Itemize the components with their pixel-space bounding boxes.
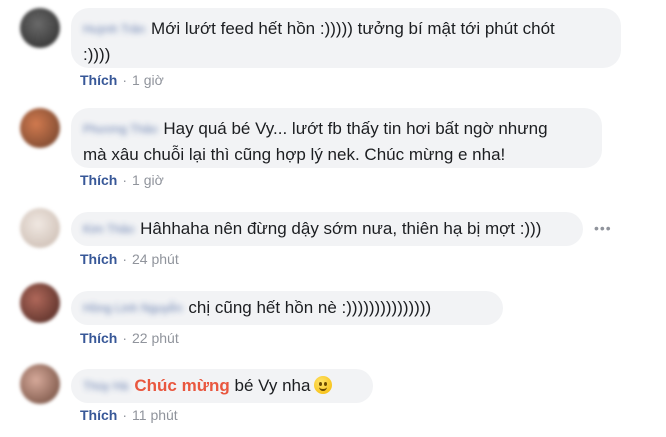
commenter-name[interactable]: Huỳnh Trân	[83, 17, 145, 42]
comment-actions: Thích · 1 giờ	[80, 72, 164, 88]
comment-actions: Thích · 1 giờ	[80, 172, 164, 188]
mention-tag[interactable]: Chúc mừng	[134, 376, 229, 395]
comment-bubble: Huỳnh Trân Mới lướt feed hết hồn :))))) t…	[71, 8, 621, 68]
timestamp[interactable]: 11 phút	[132, 407, 178, 423]
like-link[interactable]: Thích	[80, 330, 117, 346]
comment-text: Mới lướt feed hết hồn :))))) tưởng bí mậ…	[151, 19, 555, 38]
comment-actions: Thích · 11 phút	[80, 407, 178, 423]
like-link[interactable]: Thích	[80, 172, 117, 188]
commenter-name[interactable]: Kim Thảo	[83, 217, 134, 242]
avatar[interactable]	[20, 208, 60, 248]
comment-bubble: Hồng Linh Nguyễn chị cũng hết hồn nè :)))…	[71, 291, 503, 325]
separator-dot: ·	[122, 72, 128, 88]
like-link[interactable]: Thích	[80, 72, 117, 88]
avatar[interactable]	[20, 283, 60, 323]
comment-text: chị cũng hết hồn nè :)))))))))))))))	[188, 298, 432, 317]
comment-text: bé Vy nha	[234, 376, 311, 395]
commenter-name[interactable]: Phương Thảo	[83, 117, 157, 142]
smiling-face-icon	[314, 376, 333, 394]
timestamp[interactable]: 1 giờ	[132, 172, 164, 188]
comment-bubble: Kim Thảo Hâhhaha nên đừng dậy sớm nưa, th…	[71, 212, 583, 246]
comment-text: Hay quá bé Vy... lướt fb thấy tin hơi bấ…	[163, 119, 548, 138]
comment-text-continued: mà xâu chuỗi lại thì cũng hợp lý nek. Ch…	[83, 145, 506, 165]
avatar[interactable]	[20, 108, 60, 148]
commenter-name[interactable]: Hồng Linh Nguyễn	[83, 296, 182, 321]
comment-actions: Thích · 22 phút	[80, 330, 179, 346]
comment-bubble: Phương Thảo Hay quá bé Vy... lướt fb thấy…	[71, 108, 602, 168]
comment-actions: Thích · 24 phút	[80, 251, 179, 267]
timestamp[interactable]: 24 phút	[132, 251, 179, 267]
comment-bubble: Thùy Hà Chúc mừng bé Vy nha	[71, 369, 373, 403]
comment-text: Hâhhaha nên đừng dậy sớm nưa, thiên hạ b…	[140, 219, 542, 238]
avatar[interactable]	[20, 8, 60, 48]
more-options-icon[interactable]: •••	[594, 220, 612, 236]
commenter-name[interactable]: Thùy Hà	[83, 374, 128, 399]
like-link[interactable]: Thích	[80, 407, 117, 423]
separator-dot: ·	[122, 172, 128, 188]
separator-dot: ·	[122, 251, 128, 267]
comment-text-continued: :))))	[83, 45, 111, 65]
separator-dot: ·	[122, 330, 128, 346]
separator-dot: ·	[122, 407, 128, 423]
like-link[interactable]: Thích	[80, 251, 117, 267]
avatar[interactable]	[20, 364, 60, 404]
timestamp[interactable]: 1 giờ	[132, 72, 164, 88]
timestamp[interactable]: 22 phút	[132, 330, 179, 346]
